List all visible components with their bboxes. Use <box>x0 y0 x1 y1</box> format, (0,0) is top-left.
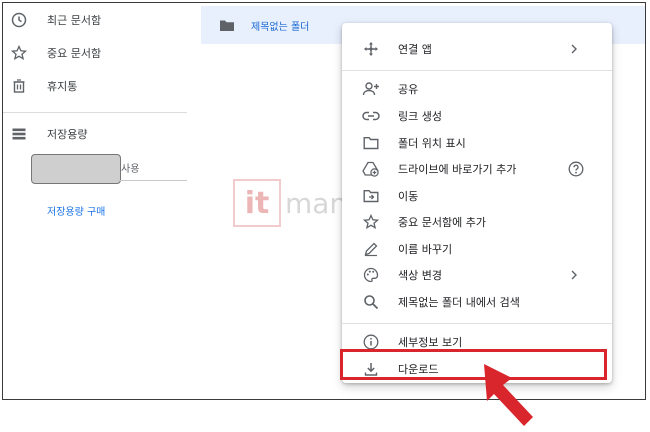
sidebar-item-trash[interactable]: 휴지통 <box>11 75 77 97</box>
menu-item-label: 세부정보 보기 <box>398 336 463 349</box>
menu-item-show-folder-location[interactable]: 폴더 위치 표시 <box>342 130 612 156</box>
chevron-right-icon <box>568 269 580 281</box>
sidebar-item-label: 휴지통 <box>47 80 78 93</box>
buy-storage-link[interactable]: 저장용량 구매 <box>47 203 105 218</box>
storage-icon <box>11 126 27 142</box>
menu-item-label: 중요 문서함에 추가 <box>398 216 486 229</box>
menu-item-label: 링크 생성 <box>398 110 442 123</box>
menu-item-add-shortcut[interactable]: 드라이브에 바로가기 추가 <box>342 156 612 182</box>
sidebar-item-label: 최근 문서함 <box>47 14 102 27</box>
menu-item-move[interactable]: 이동 <box>342 183 612 209</box>
sidebar-item-label: 중요 문서함 <box>47 47 102 60</box>
star-icon <box>11 45 27 61</box>
pencil-icon <box>362 240 380 258</box>
menu-item-label: 이름 바꾸기 <box>398 243 453 256</box>
download-highlight-box <box>340 349 607 380</box>
menu-divider <box>342 323 612 324</box>
menu-item-label: 연결 앱 <box>398 43 432 56</box>
chevron-right-icon <box>568 43 580 55</box>
sidebar-item-storage[interactable]: 저장용량 <box>11 123 87 145</box>
menu-item-label: 드라이브에 바로가기 추가 <box>398 163 517 176</box>
person-add-icon <box>362 80 380 98</box>
menu-divider <box>342 70 612 71</box>
palette-icon <box>362 266 380 284</box>
menu-item-share[interactable]: 공유 <box>342 76 612 102</box>
sidebar-divider <box>3 112 187 113</box>
sidebar-item-starred[interactable]: 중요 문서함 <box>11 42 101 64</box>
menu-item-open-with[interactable]: 연결 앱 <box>342 36 612 62</box>
move-to-icon <box>362 187 380 205</box>
clock-icon <box>11 12 27 28</box>
red-pointer-arrow-icon <box>484 364 533 426</box>
menu-item-change-color[interactable]: 색상 변경 <box>342 262 612 288</box>
search-icon <box>362 293 380 311</box>
menu-item-add-to-starred[interactable]: 중요 문서함에 추가 <box>342 209 612 235</box>
menu-item-label: 제목없는 폴더 내에서 검색 <box>398 296 520 309</box>
context-menu: 연결 앱 공유 링크 생성 폴더 위치 표시 드라이브에 바로가기 추가 이동 … <box>342 23 612 383</box>
move-icon <box>362 40 380 58</box>
menu-item-label: 폴더 위치 표시 <box>398 137 466 150</box>
help-icon[interactable] <box>567 160 585 178</box>
folder-name: 제목없는 폴더 <box>251 21 310 33</box>
trash-icon <box>11 78 27 94</box>
menu-item-label: 공유 <box>398 83 419 96</box>
star-outline-icon <box>362 213 380 231</box>
storage-quota-redacted <box>31 154 121 184</box>
drive-window: 최근 문서함 중요 문서함 휴지통 저장용량 사용 저장용량 구매 제목없는 폴… <box>2 2 646 400</box>
menu-item-label: 색상 변경 <box>398 269 442 282</box>
storage-used-label: 사용 <box>121 164 140 175</box>
menu-item-search-in-folder[interactable]: 제목없는 폴더 내에서 검색 <box>342 289 612 315</box>
sidebar-item-recent[interactable]: 최근 문서함 <box>11 9 101 31</box>
menu-item-rename[interactable]: 이름 바꾸기 <box>342 236 612 262</box>
watermark-badge: it <box>233 179 281 227</box>
folder-icon <box>219 18 235 32</box>
menu-item-label: 이동 <box>398 190 419 203</box>
folder-outline-icon <box>362 134 380 152</box>
menu-item-get-link[interactable]: 링크 생성 <box>342 103 612 129</box>
sidebar-item-label: 저장용량 <box>47 128 88 141</box>
drive-add-icon <box>362 160 380 178</box>
storage-bar <box>119 180 187 181</box>
link-icon <box>362 107 380 125</box>
